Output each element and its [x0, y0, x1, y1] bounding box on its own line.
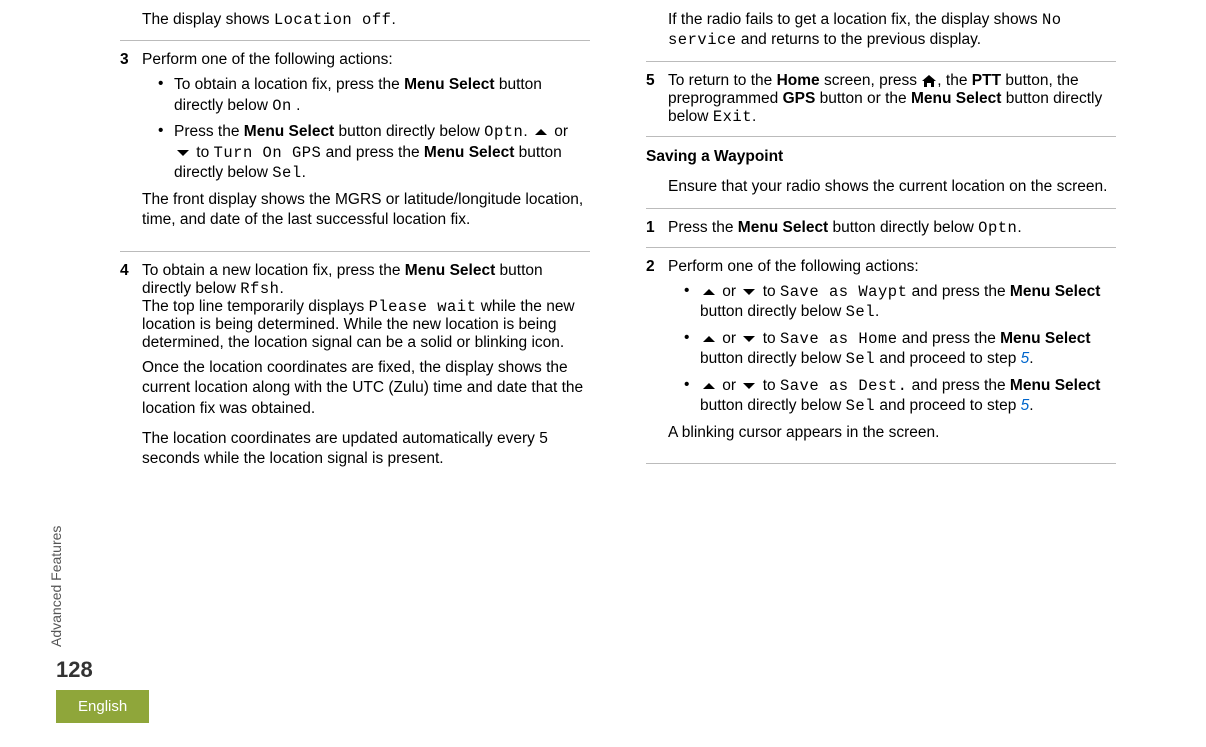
arrow-down-icon: [740, 381, 758, 391]
bullet: or to Save as Waypt and press the Menu S…: [684, 282, 1116, 323]
waypoint-step-2: 2 Perform one of the following actions: …: [646, 258, 1116, 453]
ensure-line: Ensure that your radio shows the current…: [668, 177, 1116, 197]
step3-result: The front display shows the MGRS or lati…: [142, 190, 590, 231]
step-5: 5 To return to the Home screen, press , …: [646, 72, 1116, 126]
code-sel: Sel: [272, 164, 301, 182]
home-icon: [921, 74, 937, 88]
code-sel: Sel: [846, 303, 875, 321]
bold-text: Menu Select: [1000, 330, 1090, 347]
bold-text: Menu Select: [738, 219, 828, 236]
location-off-line: The display shows Location off.: [142, 10, 590, 30]
divider: [120, 40, 590, 41]
step-3: 3 Perform one of the following actions: …: [120, 51, 590, 240]
code-save-waypt: Save as Waypt: [780, 283, 907, 301]
right-column: If the radio fails to get a location fix…: [646, 0, 1116, 680]
bold-text: PTT: [972, 72, 1001, 89]
waypoint-step-1: 1 Press the Menu Select button directly …: [646, 219, 1116, 237]
arrow-up-icon: [532, 127, 550, 137]
step4-line1: To obtain a new location fix, press the …: [142, 262, 590, 298]
arrow-up-icon: [700, 287, 718, 297]
bold-text: Menu Select: [424, 144, 514, 161]
step4-para2: Once the location coordinates are fixed,…: [142, 358, 590, 419]
bold-text: Menu Select: [911, 90, 1001, 107]
code-optn: Optn: [484, 123, 523, 141]
left-column: The display shows Location off. 3 Perfor…: [120, 0, 590, 680]
code-on: On: [272, 97, 292, 115]
w2-bullets: or to Save as Waypt and press the Menu S…: [684, 282, 1116, 417]
bold-text: Home: [777, 72, 820, 89]
divider: [646, 247, 1116, 248]
bullet: Press the Menu Select button directly be…: [158, 122, 590, 183]
language-tab: English: [56, 690, 149, 723]
heading-saving-waypoint: Saving a Waypoint: [646, 147, 1116, 167]
xref-step-5[interactable]: 5: [1021, 397, 1030, 414]
step-number: 4: [120, 262, 142, 480]
step-number: 5: [646, 72, 668, 126]
arrow-down-icon: [740, 287, 758, 297]
bullet: To obtain a location fix, press the Menu…: [158, 75, 590, 116]
code-exit: Exit: [713, 108, 752, 126]
bullet: or to Save as Home and press the Menu Se…: [684, 329, 1116, 370]
divider: [646, 61, 1116, 62]
code-location-off: Location off: [274, 11, 392, 29]
w2-intro: Perform one of the following actions:: [668, 258, 1116, 276]
code-sel: Sel: [846, 397, 875, 415]
code-optn: Optn: [978, 219, 1017, 237]
bold-text: Menu Select: [404, 76, 494, 93]
fail-line: If the radio fails to get a location fix…: [668, 10, 1116, 51]
xref-step-5[interactable]: 5: [1021, 350, 1030, 367]
step-4: 4 To obtain a new location fix, press th…: [120, 262, 590, 480]
step3-intro: Perform one of the following actions:: [142, 51, 590, 69]
divider: [646, 136, 1116, 137]
code-save-home: Save as Home: [780, 330, 898, 348]
arrow-down-icon: [740, 334, 758, 344]
bullet: or to Save as Dest. and press the Menu S…: [684, 376, 1116, 417]
code-turn-on-gps: Turn On GPS: [214, 144, 322, 162]
bold-text: Menu Select: [405, 262, 495, 279]
step3-bullets: To obtain a location fix, press the Menu…: [158, 75, 590, 183]
bold-text: Menu Select: [1010, 377, 1100, 394]
side-tab-label: Advanced Features: [48, 526, 64, 647]
divider: [120, 251, 590, 252]
step-number: 2: [646, 258, 668, 453]
divider: [646, 463, 1116, 464]
divider: [646, 208, 1116, 209]
w2-result: A blinking cursor appears in the screen.: [668, 423, 1116, 443]
step-number: 3: [120, 51, 142, 240]
step4-para3: The location coordinates are updated aut…: [142, 429, 590, 470]
bold-text: Menu Select: [244, 123, 334, 140]
code-please-wait: Please wait: [369, 298, 477, 316]
bold-text: GPS: [783, 90, 816, 107]
arrow-up-icon: [700, 381, 718, 391]
code-save-dest: Save as Dest.: [780, 377, 907, 395]
code-rfsh: Rfsh: [240, 280, 279, 298]
page-number: 128: [56, 657, 93, 683]
arrow-down-icon: [174, 148, 192, 158]
step-number: 1: [646, 219, 668, 237]
bold-text: Menu Select: [1010, 283, 1100, 300]
code-sel: Sel: [846, 350, 875, 368]
arrow-up-icon: [700, 334, 718, 344]
step4-line2: The top line temporarily displays Please…: [142, 298, 590, 352]
